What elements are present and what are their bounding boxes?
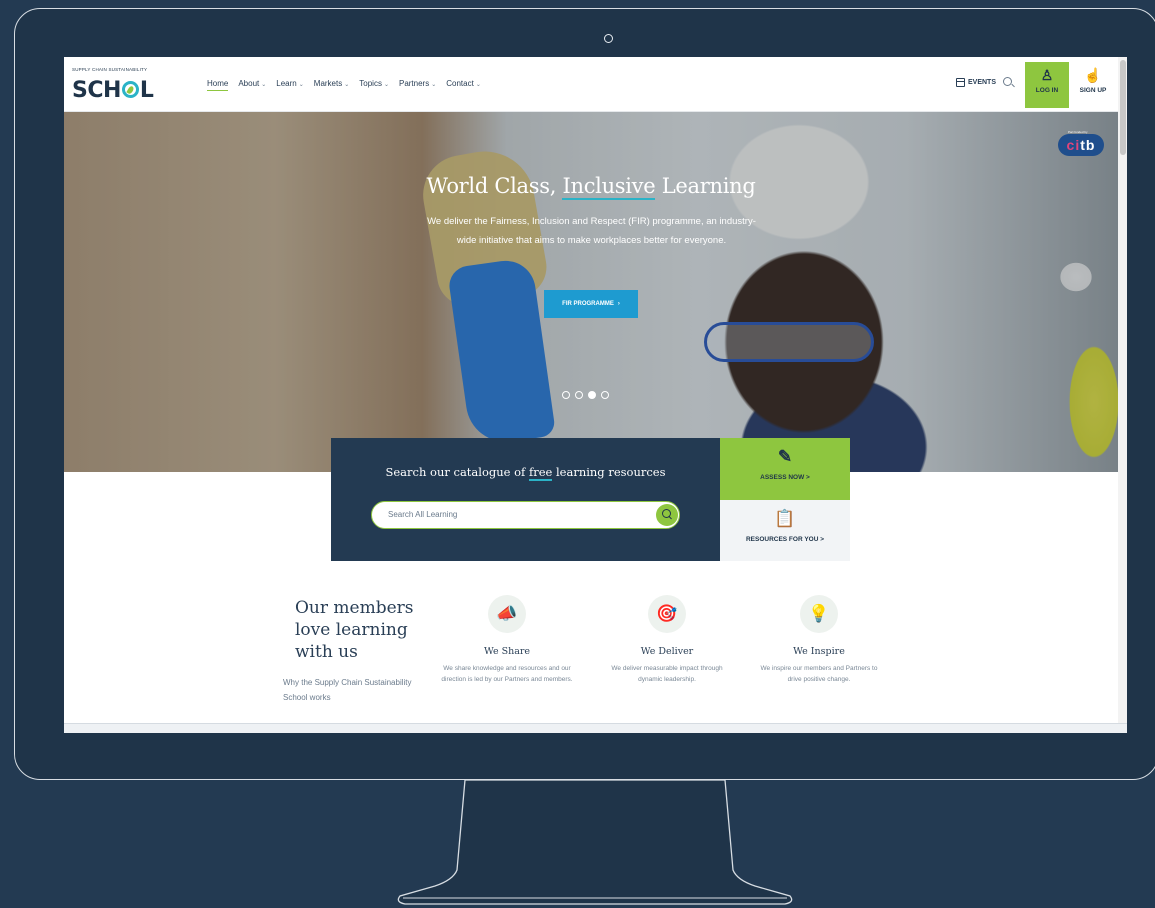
clipboard-icon: 📋 [774, 509, 796, 528]
pencil-ruler-icon: ✎ [777, 447, 793, 466]
site-logo[interactable]: SUPPLY CHAIN SUSTAINABILITY SCH L [72, 65, 162, 105]
camera-icon [604, 34, 613, 43]
target-icon: 🎯 [648, 595, 686, 633]
signup-label: SIGN UP [1079, 87, 1107, 94]
resources-for-you-tile[interactable]: 📋 RESOURCES FOR YOU > [720, 500, 850, 561]
feature-we-deliver: 🎯 We Deliver We deliver measurable impac… [597, 595, 737, 685]
events-label: EVENTS [968, 79, 997, 86]
assess-now-tile[interactable]: ✎ ASSESS NOW > [720, 438, 850, 500]
signup-button[interactable]: ☝ SIGN UP [1071, 62, 1115, 108]
nav-item-about[interactable]: About ⌄ [238, 79, 266, 91]
hand-pointer-icon: ☝ [1084, 67, 1102, 83]
feature-text: We inspire our members and Partners to d… [760, 665, 878, 683]
feature-title: We Share [483, 646, 531, 657]
logo-o-icon [121, 81, 139, 98]
nav-item-learn[interactable]: Learn ⌄ [276, 79, 304, 91]
nav-item-markets[interactable]: Markets ⌄ [314, 79, 349, 91]
carousel-dots [562, 391, 609, 399]
scrollbar-thumb[interactable] [1120, 60, 1126, 155]
feature-we-share: 📣 We Share We share knowledge and resour… [437, 595, 577, 685]
nav-item-contact[interactable]: Contact ⌄ [446, 79, 481, 91]
events-link[interactable]: EVENTS [956, 78, 996, 87]
carousel-dot[interactable] [601, 391, 609, 399]
chevron-right-icon: › [617, 301, 620, 307]
lightbulb-icon: 💡 [800, 595, 838, 633]
chevron-down-icon: ⌄ [344, 82, 350, 88]
feature-text: We deliver measurable impact through dyn… [611, 665, 723, 683]
chevron-down-icon: ⌄ [431, 82, 437, 88]
assess-now-label: ASSESS NOW > [760, 474, 810, 481]
search-submit-icon[interactable] [656, 504, 678, 526]
megaphone-icon: 📣 [488, 595, 526, 633]
chevron-down-icon: ⌄ [298, 82, 304, 88]
login-label: LOG IN [1035, 87, 1059, 94]
logo-tagline: SUPPLY CHAIN SUSTAINABILITY [72, 67, 148, 72]
carousel-dot[interactable] [588, 391, 596, 399]
search-panel-title: Search our catalogue of free learning re… [385, 465, 666, 481]
feature-we-inspire: 💡 We Inspire We inspire our members and … [749, 595, 889, 685]
hero-title: World Class, Inclusive Learning [426, 174, 756, 200]
search-icon[interactable] [1003, 77, 1012, 86]
why-school-works-link[interactable]: Why the Supply Chain Sustainability Scho… [283, 675, 413, 705]
carousel-dot[interactable] [562, 391, 570, 399]
feature-title: We Inspire [793, 646, 845, 657]
chevron-down-icon: ⌄ [261, 82, 267, 88]
chevron-down-icon: ⌄ [475, 82, 481, 88]
fir-programme-button[interactable]: FIR PROGRAMME › [544, 290, 638, 318]
nav-item-home[interactable]: Home [207, 79, 229, 91]
website-screen: SUPPLY CHAIN SUSTAINABILITY SCH L Home Ab… [64, 57, 1127, 733]
feature-text: We share knowledge and resources and our… [441, 665, 573, 683]
monitor-stand [397, 780, 793, 905]
user-icon: ♙ [1040, 67, 1054, 83]
top-navigation: SUPPLY CHAIN SUSTAINABILITY SCH L Home Ab… [64, 57, 1118, 112]
fir-programme-label: FIR PROGRAMME [562, 301, 614, 307]
calendar-icon [956, 78, 965, 87]
browser-bottom-bar [64, 723, 1127, 733]
catalogue-search-panel: Search our catalogue of free learning re… [331, 438, 720, 561]
nav-item-partners[interactable]: Partners ⌄ [399, 79, 436, 91]
logo-wordmark: SCH L [72, 78, 154, 103]
feature-title: We Deliver [640, 646, 694, 657]
learning-search-input[interactable]: Search All Learning [371, 501, 680, 529]
citb-logo[interactable]: citb [1058, 134, 1104, 156]
members-heading: Our members love learning with us [295, 598, 414, 662]
nav-item-topics[interactable]: Topics ⌄ [359, 79, 389, 91]
main-menu: Home About ⌄ Learn ⌄ Markets ⌄ Topics ⌄ Part… [207, 79, 481, 91]
hero-subtitle: We deliver the Fairness, Inclusion and R… [427, 216, 756, 246]
chevron-down-icon: ⌄ [383, 82, 389, 88]
hero-banner: World Class, Inclusive Learning We deliv… [64, 112, 1118, 472]
carousel-dot[interactable] [575, 391, 583, 399]
page-scrollbar[interactable] [1118, 57, 1127, 723]
login-button[interactable]: ♙ LOG IN [1025, 62, 1069, 108]
resources-label: RESOURCES FOR YOU > [745, 536, 825, 543]
